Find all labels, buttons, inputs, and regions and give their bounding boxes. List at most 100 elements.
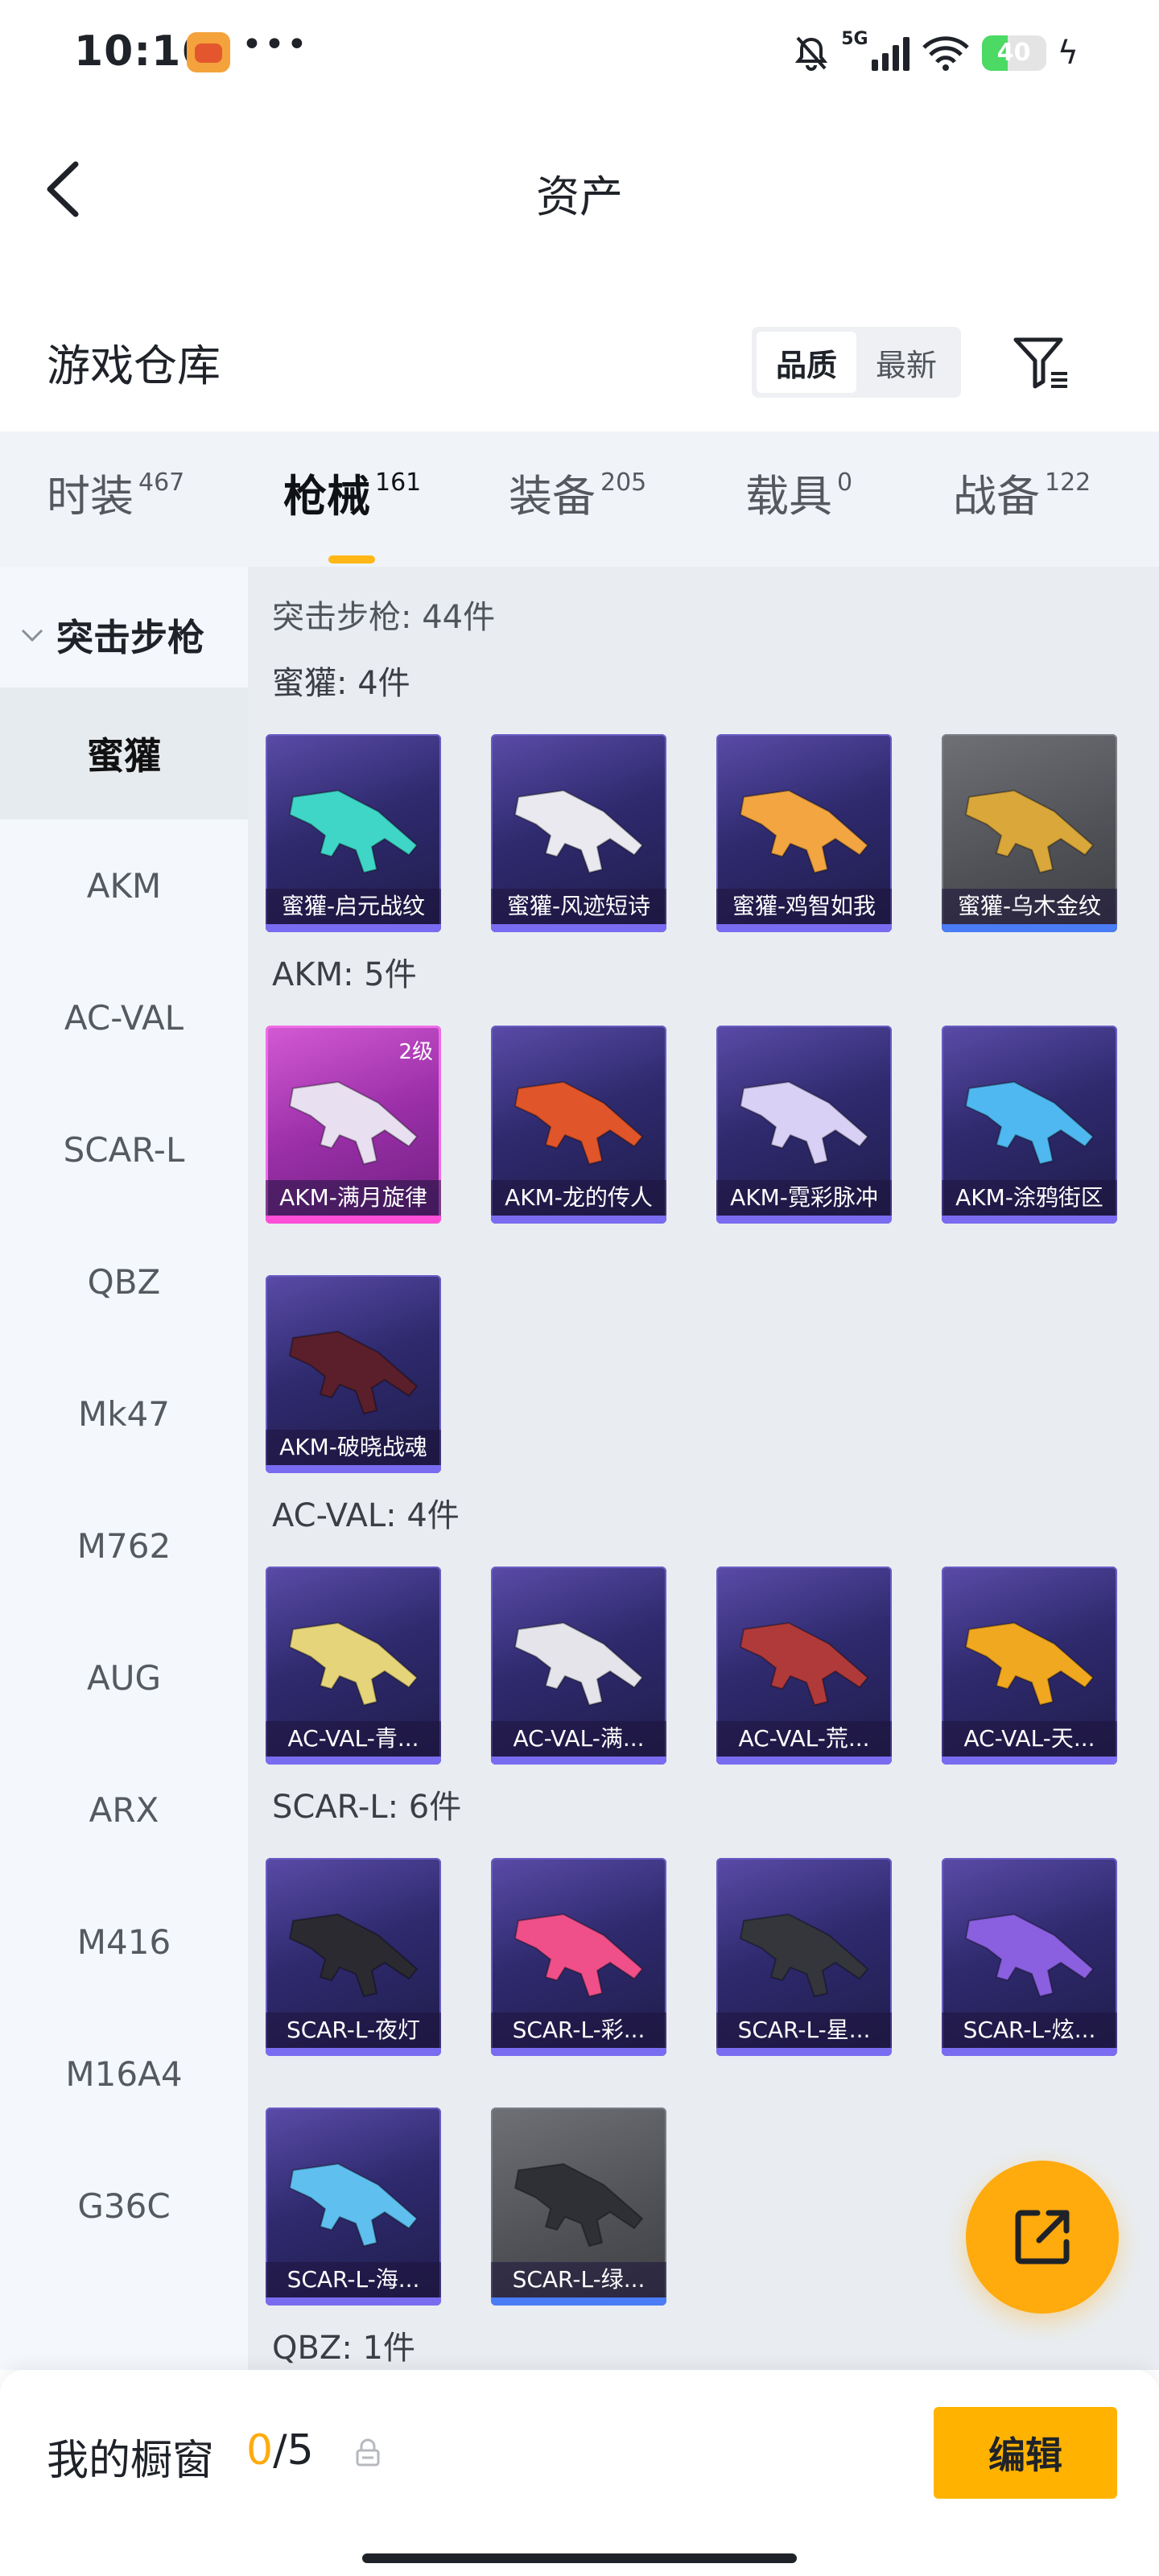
weapon-card[interactable]: 2级 AKM-满月旋律 xyxy=(266,1026,441,1224)
rarity-bar xyxy=(942,1757,1117,1765)
tab-count: 122 xyxy=(1045,469,1091,497)
weapon-card[interactable]: AKM-破晓战魂 xyxy=(266,1275,441,1473)
weapon-card[interactable]: AKM-龙的传人 xyxy=(491,1026,666,1224)
tab-label: 战备 xyxy=(953,471,1040,522)
sort-toggle: 品质 最新 xyxy=(752,327,961,398)
category-tabs: 时装 467 枪械 161 装备 205 载具 0 战备 122 xyxy=(0,431,1159,567)
rarity-bar xyxy=(942,2048,1117,2056)
weapon-skin-image xyxy=(288,1080,419,1166)
sidebar-item[interactable]: SCAR-L xyxy=(0,1084,248,1216)
sidebar-category[interactable]: 突击步枪 xyxy=(0,591,248,679)
weapon-card[interactable]: AC-VAL-荒... xyxy=(716,1567,892,1765)
chevron-down-icon xyxy=(21,629,43,642)
weapon-name: AC-VAL-青... xyxy=(266,1721,441,1757)
rarity-bar xyxy=(716,924,892,932)
weapon-skin-image xyxy=(964,1621,1095,1707)
weapon-card[interactable]: SCAR-L-夜灯 xyxy=(266,1858,441,2056)
rarity-bar xyxy=(266,2048,441,2056)
showcase-count: 0/5 xyxy=(246,2426,314,2475)
sidebar-item[interactable]: ARX xyxy=(0,1744,248,1876)
tab-vehicles[interactable]: 载具 0 xyxy=(745,460,852,533)
rarity-bar xyxy=(266,1216,441,1224)
weapon-card[interactable]: AC-VAL-青... xyxy=(266,1567,441,1765)
signal-icon xyxy=(871,35,909,71)
filter-icon[interactable] xyxy=(1011,333,1072,391)
home-indicator xyxy=(362,2553,797,2563)
weapon-name: 蜜獾-启元战纹 xyxy=(266,889,441,924)
weapon-card[interactable]: 蜜獾-鸡智如我 xyxy=(716,734,892,932)
tab-count: 161 xyxy=(375,469,422,497)
mute-bell-icon xyxy=(795,36,828,71)
weapon-card[interactable]: SCAR-L-海... xyxy=(266,2107,441,2306)
tab-label: 载具 xyxy=(745,471,832,522)
weapon-card[interactable]: SCAR-L-彩... xyxy=(491,1858,666,2056)
rarity-bar xyxy=(491,2048,666,2056)
tab-outfits[interactable]: 时装 467 xyxy=(47,460,184,533)
weapon-skin-image xyxy=(514,789,644,874)
battery-icon: 40 xyxy=(981,35,1046,71)
weapon-skin-image xyxy=(288,1621,419,1707)
battery-percent: 40 xyxy=(996,39,1031,67)
tab-supplies[interactable]: 战备 122 xyxy=(953,460,1091,533)
weapon-card[interactable]: 蜜獾-风迹短诗 xyxy=(491,734,666,932)
sidebar-item[interactable]: M16A4 xyxy=(0,2008,248,2140)
weapon-skin-image xyxy=(514,1621,644,1707)
app-notification-icon xyxy=(187,32,230,72)
category-total: 突击步枪: 44件 xyxy=(272,599,496,636)
edit-button[interactable]: 编辑 xyxy=(934,2407,1117,2499)
weapon-card[interactable]: 蜜獾-乌木金纹 xyxy=(942,734,1117,932)
tab-equipment[interactable]: 装备 205 xyxy=(509,460,646,533)
weapon-name: AC-VAL-天... xyxy=(942,1721,1117,1757)
rarity-bar xyxy=(942,1216,1117,1224)
weapon-card[interactable]: SCAR-L-星... xyxy=(716,1858,892,2056)
weapon-name: SCAR-L-海... xyxy=(266,2262,441,2297)
weapon-name: 蜜獾-乌木金纹 xyxy=(942,889,1117,924)
sidebar-item[interactable]: M416 xyxy=(0,1876,248,2008)
warehouse-title: 游戏仓库 xyxy=(47,341,221,391)
tab-count: 205 xyxy=(600,469,647,497)
group-title: AC-VAL: 4件 xyxy=(272,1497,460,1534)
weapon-card[interactable]: AC-VAL-满... xyxy=(491,1567,666,1765)
showcase-bar: 我的橱窗 0/5 编辑 xyxy=(0,2370,1159,2576)
status-bar: 10:16 ••• 5G 40 ϟ xyxy=(0,0,1159,105)
sidebar-item[interactable]: G36C xyxy=(0,2140,248,2272)
rarity-bar xyxy=(266,924,441,932)
sort-by-quality[interactable]: 品质 xyxy=(757,332,856,393)
top-nav: 资产 xyxy=(0,105,1159,274)
weapon-card[interactable]: AC-VAL-天... xyxy=(942,1567,1117,1765)
sidebar-item[interactable]: 蜜獾 xyxy=(0,687,248,819)
rarity-bar xyxy=(716,1757,892,1765)
weapon-name: AKM-破晓战魂 xyxy=(266,1430,441,1465)
weapon-grid: 突击步枪: 44件 蜜獾: 4件蜜獾-启元战纹 蜜獾-风迹短诗 蜜獾-鸡智如我 蜜獾-… xyxy=(248,567,1159,2370)
weapon-card[interactable]: SCAR-L-绿... xyxy=(491,2107,666,2306)
weapon-skin-image xyxy=(739,789,869,874)
rarity-bar xyxy=(716,1216,892,1224)
weapon-skin-image xyxy=(288,2162,419,2248)
weapon-skin-image xyxy=(964,789,1095,874)
weapon-card[interactable]: AKM-霓彩脉冲 xyxy=(716,1026,892,1224)
showcase-max: /5 xyxy=(273,2426,314,2475)
weapon-name: 蜜獾-鸡智如我 xyxy=(716,889,892,924)
group-title: SCAR-L: 6件 xyxy=(272,1789,462,1826)
tab-guns[interactable]: 枪械 161 xyxy=(283,460,422,564)
weapon-skin-image xyxy=(964,1913,1095,1998)
tab-label: 装备 xyxy=(509,471,596,522)
weapon-card[interactable]: SCAR-L-炫... xyxy=(942,1858,1117,2056)
rarity-bar xyxy=(266,1757,441,1765)
sort-by-newest[interactable]: 最新 xyxy=(856,332,956,393)
share-button[interactable] xyxy=(966,2161,1119,2314)
sidebar-item[interactable]: QBZ xyxy=(0,1216,248,1348)
weapon-card[interactable]: AKM-涂鸦街区 xyxy=(942,1026,1117,1224)
charging-icon: ϟ xyxy=(1057,35,1079,72)
sidebar-item[interactable]: AC-VAL xyxy=(0,952,248,1084)
weapon-name: AKM-霓彩脉冲 xyxy=(716,1180,892,1216)
weapon-card[interactable]: 蜜獾-启元战纹 xyxy=(266,734,441,932)
rarity-bar xyxy=(266,2297,441,2306)
sidebar-item[interactable]: AUG xyxy=(0,1612,248,1744)
weapon-name: AC-VAL-满... xyxy=(491,1721,666,1757)
weapon-name: AKM-满月旋律 xyxy=(266,1180,441,1216)
sidebar-item[interactable]: Mk47 xyxy=(0,1348,248,1480)
group-title: 蜜獾: 4件 xyxy=(272,665,410,702)
sidebar-item[interactable]: AKM xyxy=(0,819,248,952)
sidebar-item[interactable]: M762 xyxy=(0,1480,248,1612)
